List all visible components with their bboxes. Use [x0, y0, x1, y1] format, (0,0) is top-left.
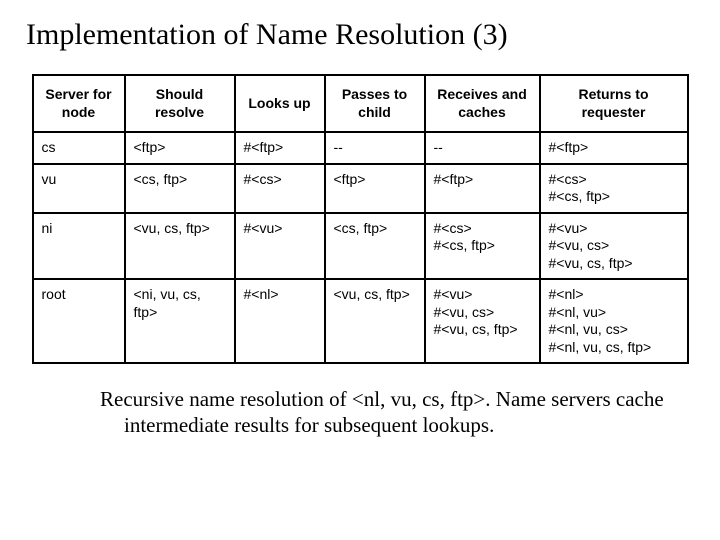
caption-lead: Recursive name resolution of <nl, vu, cs… — [100, 387, 491, 411]
cell-server: root — [33, 279, 125, 363]
col-header-caches: Receives and caches — [425, 75, 540, 132]
cell-caches: -- — [425, 132, 540, 164]
cell-server: cs — [33, 132, 125, 164]
table-row: root <ni, vu, cs, ftp> #<nl> <vu, cs, ft… — [33, 279, 688, 363]
cell-caches: #<ftp> — [425, 164, 540, 213]
cell-passes: <vu, cs, ftp> — [325, 279, 425, 363]
cell-looksup: #<ftp> — [235, 132, 325, 164]
resolution-table: Server for node Should resolve Looks up … — [32, 74, 689, 364]
table-row: vu <cs, ftp> #<cs> <ftp> #<ftp> #<cs>#<c… — [33, 164, 688, 213]
cell-resolve: <ftp> — [125, 132, 235, 164]
cell-returns: #<ftp> — [540, 132, 688, 164]
col-header-passes: Passes to child — [325, 75, 425, 132]
table-row: ni <vu, cs, ftp> #<vu> <cs, ftp> #<cs>#<… — [33, 213, 688, 280]
slide-caption: Recursive name resolution of <nl, vu, cs… — [64, 386, 676, 439]
cell-resolve: <vu, cs, ftp> — [125, 213, 235, 280]
table-row: cs <ftp> #<ftp> -- -- #<ftp> — [33, 132, 688, 164]
cell-passes: <ftp> — [325, 164, 425, 213]
slide-title: Implementation of Name Resolution (3) — [26, 18, 696, 52]
cell-caches: #<cs>#<cs, ftp> — [425, 213, 540, 280]
cell-server: vu — [33, 164, 125, 213]
cell-looksup: #<cs> — [235, 164, 325, 213]
cell-resolve: <cs, ftp> — [125, 164, 235, 213]
col-header-returns: Returns to requester — [540, 75, 688, 132]
cell-resolve: <ni, vu, cs, ftp> — [125, 279, 235, 363]
cell-looksup: #<vu> — [235, 213, 325, 280]
slide: Implementation of Name Resolution (3) Se… — [0, 0, 720, 540]
cell-returns: #<cs>#<cs, ftp> — [540, 164, 688, 213]
cell-returns: #<vu>#<vu, cs>#<vu, cs, ftp> — [540, 213, 688, 280]
table-header-row: Server for node Should resolve Looks up … — [33, 75, 688, 132]
cell-returns: #<nl>#<nl, vu>#<nl, vu, cs>#<nl, vu, cs,… — [540, 279, 688, 363]
cell-passes: <cs, ftp> — [325, 213, 425, 280]
cell-passes: -- — [325, 132, 425, 164]
cell-server: ni — [33, 213, 125, 280]
col-header-looksup: Looks up — [235, 75, 325, 132]
cell-caches: #<vu>#<vu, cs>#<vu, cs, ftp> — [425, 279, 540, 363]
cell-looksup: #<nl> — [235, 279, 325, 363]
col-header-resolve: Should resolve — [125, 75, 235, 132]
col-header-server: Server for node — [33, 75, 125, 132]
